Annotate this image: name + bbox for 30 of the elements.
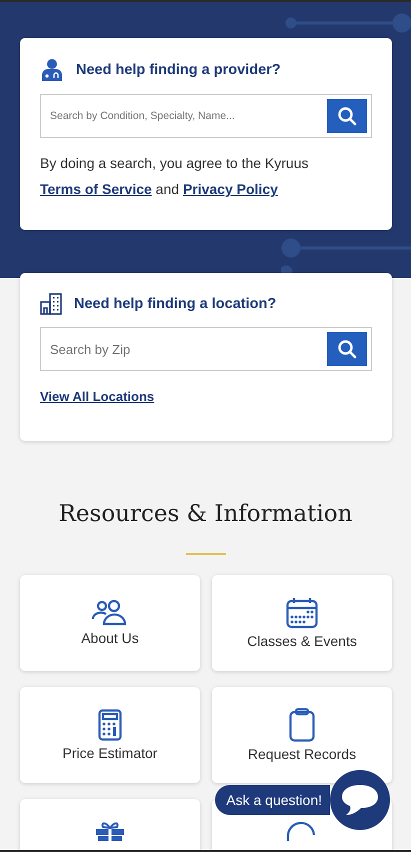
privacy-link[interactable]: Privacy Policy	[182, 181, 278, 197]
resource-tile[interactable]: Price Estimator	[20, 687, 200, 783]
tile-label: About Us	[81, 630, 139, 646]
disclaimer-text: By doing a search, you agree to the Kyruus Terms of Service and Privacy Policy	[40, 154, 310, 199]
search-button[interactable]	[327, 99, 367, 133]
doctor-icon	[40, 58, 64, 82]
search-button[interactable]	[327, 332, 367, 366]
card-title: Need help finding a location?	[74, 296, 276, 312]
resource-tile[interactable]: About Us	[20, 575, 200, 671]
view-locations-link[interactable]: View All Locations	[40, 389, 154, 404]
resource-tile[interactable]: Classes & Events	[212, 575, 392, 671]
resource-tile[interactable]: Request Records	[212, 687, 392, 783]
search-icon	[337, 339, 357, 359]
calendar-icon	[286, 597, 318, 629]
tile-label: Classes & Events	[247, 633, 357, 649]
search-icon	[337, 106, 357, 126]
speech-bubble-icon	[340, 783, 380, 817]
search-field[interactable]: Search by Condition, Specialty, Name...	[40, 94, 372, 138]
card-title: Need help finding a provider?	[76, 62, 281, 78]
tile-label: Request Records	[248, 746, 356, 762]
gift-icon	[95, 821, 125, 841]
people-icon	[92, 600, 128, 626]
search-field[interactable]: Search by Zip	[40, 327, 372, 371]
section-heading: Resources & Information	[58, 501, 354, 527]
clipboard-icon	[289, 708, 315, 742]
building-icon	[40, 293, 62, 315]
terms-link[interactable]: Terms of Service	[40, 181, 152, 197]
tile-label: Price Estimator	[62, 745, 158, 761]
calculator-icon	[98, 709, 122, 741]
chat-prompt[interactable]: Ask a question!	[215, 785, 330, 815]
